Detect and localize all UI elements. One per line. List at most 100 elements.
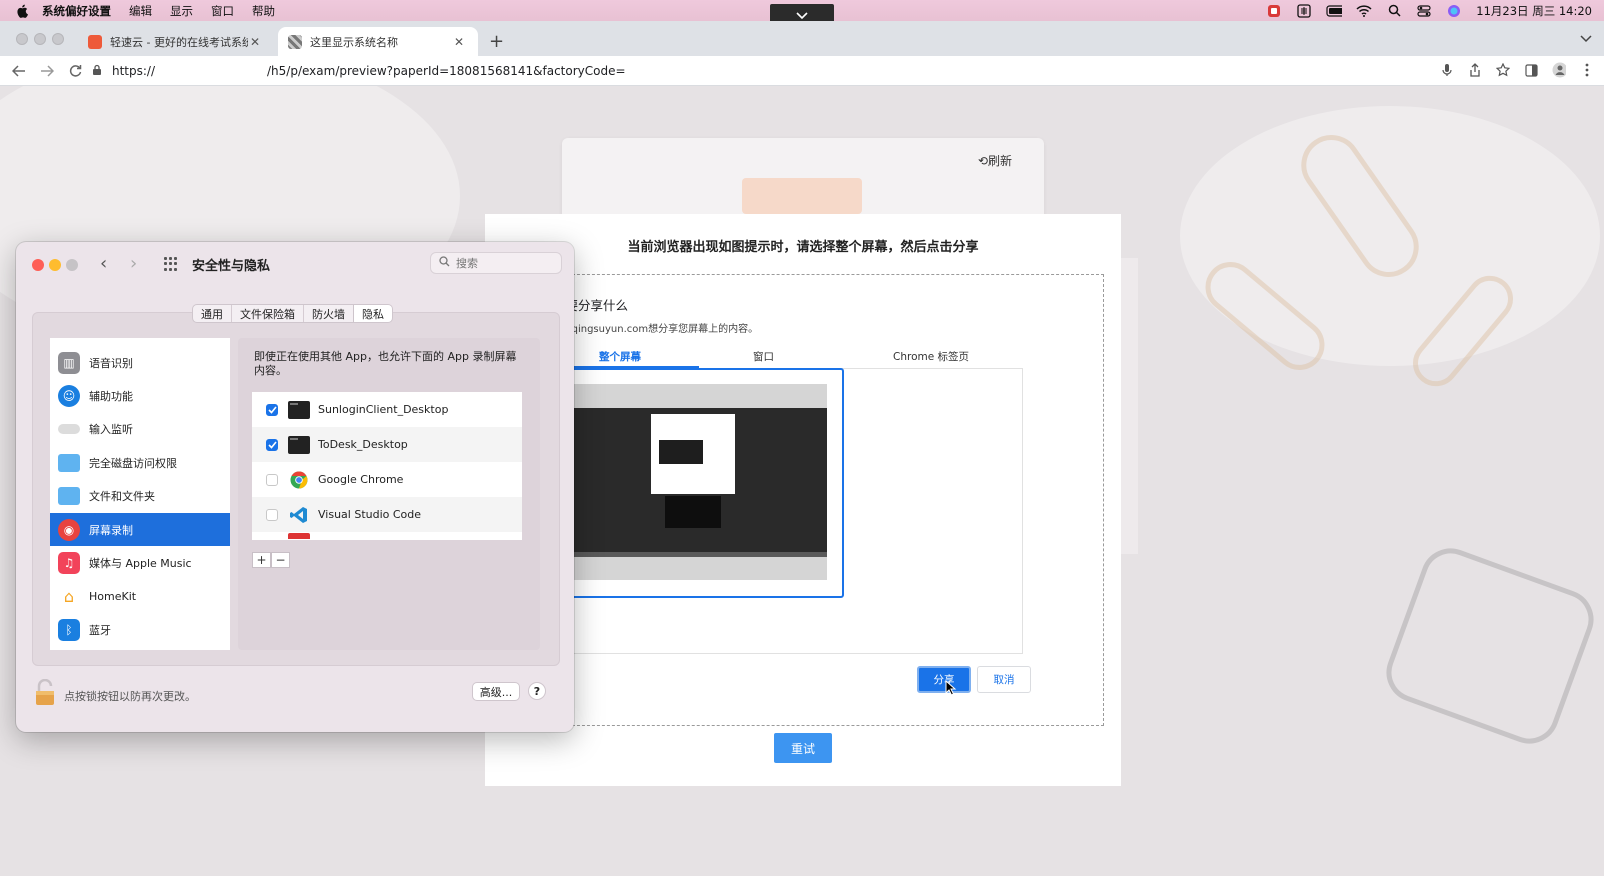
category-homekit[interactable]: ⌂ HomeKit xyxy=(50,580,230,613)
window-close-button[interactable] xyxy=(16,33,28,45)
sp-search-input[interactable] xyxy=(456,256,552,270)
category-input-monitoring[interactable]: 输入监听 xyxy=(50,413,230,446)
bookmark-star-icon[interactable] xyxy=(1496,63,1510,77)
category-label: 蓝牙 xyxy=(89,623,111,637)
menu-help[interactable]: 帮助 xyxy=(252,3,275,19)
app-row-todesk[interactable]: ToDesk_Desktop xyxy=(252,427,522,462)
menubar-clock[interactable]: 11月23日 周三 14:20 xyxy=(1476,3,1592,19)
share-icon[interactable] xyxy=(1468,63,1482,77)
app-checkbox[interactable] xyxy=(266,438,278,451)
sp-close-button[interactable] xyxy=(32,259,44,271)
picker-cancel-button[interactable]: 取消 xyxy=(977,666,1031,693)
chrome-share-picker-screenshot: 择要分享什么 ww.qingsuyun.com想分享您屏幕上的内容。 整个屏幕 … xyxy=(553,284,1093,704)
screen-recording-app-list: SunloginClient_Desktop ToDesk_Desktop Go… xyxy=(252,392,522,540)
browser-tab-qingsuyun[interactable]: 轻速云 - 更好的在线考试系统和培 ✕ xyxy=(78,27,274,56)
category-full-disk-access[interactable]: 完全磁盘访问权限 xyxy=(50,446,230,479)
share-instructions-dialog: 当前浏览器出现如图提示时，请选择整个屏幕，然后点击分享 择要分享什么 ww.qi… xyxy=(485,214,1121,786)
url-path: /h5/p/exam/preview?paperId=18081568141&f… xyxy=(267,64,626,78)
app-icon-partial xyxy=(288,533,310,539)
profile-avatar-icon[interactable] xyxy=(1552,62,1566,78)
picker-tab-chrome-tab[interactable]: Chrome 标签页 xyxy=(893,349,969,364)
app-row-google-chrome[interactable]: Google Chrome xyxy=(252,462,522,497)
refresh-label: 刷新 xyxy=(987,154,1012,168)
forward-arrow-icon[interactable] xyxy=(40,64,54,78)
url-scheme: https:// xyxy=(112,64,156,78)
app-checkbox[interactable] xyxy=(266,403,278,416)
lock-icon[interactable] xyxy=(92,64,104,79)
category-media-apple-music[interactable]: ♫ 媒体与 Apple Music xyxy=(50,546,230,579)
category-files-and-folders[interactable]: 文件和文件夹 xyxy=(50,480,230,513)
sp-search-box[interactable] xyxy=(430,252,562,274)
microphone-icon[interactable] xyxy=(1440,63,1454,77)
app-row-vscode[interactable]: Visual Studio Code xyxy=(252,497,522,532)
help-button[interactable]: ? xyxy=(528,682,546,700)
vscode-icon xyxy=(288,506,310,524)
segment-firewall[interactable]: 防火墙 xyxy=(304,305,354,322)
sp-minimize-button[interactable] xyxy=(49,259,61,271)
security-privacy-window: ‹ › 安全性与隐私 通用 文件保险箱 防火墙 隐私 ▥ 语音识别 ☺ 辅助功能… xyxy=(16,242,574,732)
app-status-icon[interactable] xyxy=(1266,4,1282,18)
window-zoom-button[interactable] xyxy=(52,33,64,45)
more-menu-icon[interactable] xyxy=(1580,63,1594,77)
tab-close-icon[interactable]: ✕ xyxy=(248,35,262,49)
segment-filevault[interactable]: 文件保险箱 xyxy=(232,305,304,322)
reload-icon[interactable] xyxy=(68,64,82,78)
permission-illustration xyxy=(742,178,862,214)
apple-logo-icon[interactable] xyxy=(14,3,30,19)
binder-clip-decoration xyxy=(1378,540,1602,752)
tab-label: 这里显示系统名称 xyxy=(310,35,398,49)
wifi-icon[interactable] xyxy=(1356,4,1372,18)
sp-zoom-button[interactable] xyxy=(66,259,78,271)
padlock-icon[interactable] xyxy=(34,678,56,707)
category-bluetooth[interactable]: ᛒ 蓝牙 xyxy=(50,613,230,646)
sp-forward-chevron-icon[interactable]: › xyxy=(130,253,137,274)
segment-general[interactable]: 通用 xyxy=(193,305,232,322)
tab-search-chevron-icon[interactable] xyxy=(1580,32,1592,46)
menu-edit[interactable]: 编辑 xyxy=(129,3,152,19)
sp-back-chevron-icon[interactable]: ‹ xyxy=(100,253,107,274)
category-label: 辅助功能 xyxy=(89,390,133,404)
app-name: Visual Studio Code xyxy=(318,508,422,521)
category-screen-recording[interactable]: ◉ 屏幕录制 xyxy=(50,512,230,547)
tab-label: 轻速云 - 更好的在线考试系统和培 xyxy=(110,35,248,49)
app-checkbox[interactable] xyxy=(266,473,278,486)
category-label: 完全磁盘访问权限 xyxy=(89,456,177,470)
advanced-button[interactable]: 高级... xyxy=(472,682,520,701)
retry-button[interactable]: 重试 xyxy=(774,733,832,763)
app-row-sunlogin[interactable]: SunloginClient_Desktop xyxy=(252,392,522,427)
picker-share-button[interactable]: 分享 xyxy=(917,666,971,693)
show-all-grid-icon[interactable] xyxy=(164,257,178,271)
category-accessibility[interactable]: ☺ 辅助功能 xyxy=(50,379,230,412)
home-icon: ⌂ xyxy=(58,585,80,608)
macos-menubar: 系统偏好设置 编辑 显示 窗口 帮助 11月23日 周三 14:20 xyxy=(0,0,1604,28)
new-tab-plus-icon[interactable]: + xyxy=(489,31,504,52)
menu-view[interactable]: 显示 xyxy=(170,3,193,19)
browser-tab-system[interactable]: 这里显示系统名称 ✕ xyxy=(278,27,478,56)
list-scroll-top xyxy=(50,338,230,346)
screen-record-icon: ◉ xyxy=(58,518,80,541)
remove-app-button[interactable]: − xyxy=(271,552,290,568)
segment-privacy[interactable]: 隐私 xyxy=(354,305,392,322)
refresh-button[interactable]: ⟲刷新 xyxy=(978,152,1012,169)
app-row-partial xyxy=(252,532,522,540)
input-method-icon[interactable] xyxy=(1296,3,1312,18)
picker-tab-entire-screen[interactable]: 整个屏幕 xyxy=(599,349,641,364)
window-minimize-button[interactable] xyxy=(34,33,46,45)
add-app-button[interactable]: + xyxy=(252,552,271,568)
spotlight-search-icon[interactable] xyxy=(1386,4,1402,18)
menu-system-preferences[interactable]: 系统偏好设置 xyxy=(42,3,111,19)
battery-icon[interactable] xyxy=(1326,4,1343,18)
back-arrow-icon[interactable] xyxy=(12,64,26,78)
category-speech-recognition[interactable]: ▥ 语音识别 xyxy=(50,346,230,379)
siri-icon[interactable] xyxy=(1446,4,1462,18)
privacy-category-list: ▥ 语音识别 ☺ 辅助功能 输入监听 完全磁盘访问权限 文件和文件夹 ◉ 屏幕录… xyxy=(50,338,230,650)
address-bar[interactable]: https:// /h5/p/exam/preview?paperId=1808… xyxy=(92,59,1442,83)
menu-window[interactable]: 窗口 xyxy=(211,3,234,19)
side-panel-icon[interactable] xyxy=(1524,63,1538,77)
waveform-icon: ▥ xyxy=(58,351,80,374)
sp-segmented-control: 通用 文件保险箱 防火墙 隐私 xyxy=(192,304,393,323)
app-checkbox[interactable] xyxy=(266,508,278,521)
tab-close-icon[interactable]: ✕ xyxy=(452,35,466,49)
picker-tab-window[interactable]: 窗口 xyxy=(753,349,774,364)
control-center-icon[interactable] xyxy=(1416,4,1432,18)
